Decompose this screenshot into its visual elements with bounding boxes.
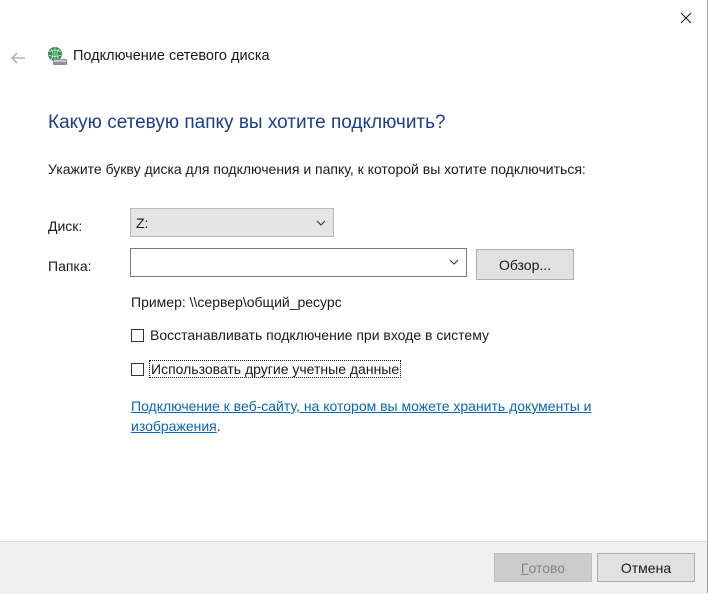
- chevron-down-icon: [316, 220, 326, 226]
- reconnect-checkbox[interactable]: [131, 328, 144, 342]
- other-credentials-checkbox[interactable]: [131, 362, 144, 376]
- other-credentials-label: Использовать другие учетные данные: [148, 360, 402, 378]
- drive-label: Диск:: [48, 218, 83, 234]
- website-link[interactable]: Подключение к веб-сайту, на котором вы м…: [131, 398, 592, 434]
- map-network-drive-dialog: Подключение сетевого диска Какую сетевую…: [0, 0, 708, 594]
- window-title: Подключение сетевого диска: [73, 48, 270, 64]
- back-arrow-icon: [11, 52, 25, 64]
- dialog-footer: Готово Отмена: [0, 541, 707, 594]
- drive-select-value: Z:: [136, 214, 149, 231]
- done-label-rest: отово: [528, 559, 566, 576]
- reconnect-checkbox-row[interactable]: Восстанавливать подключение при входе в …: [131, 327, 489, 343]
- example-text: Пример: \\сервер\общий_ресурс: [131, 294, 342, 310]
- website-link-suffix: .: [216, 418, 221, 434]
- network-drive-icon: [48, 47, 67, 65]
- reconnect-label: Восстанавливать подключение при входе в …: [150, 327, 489, 343]
- folder-input[interactable]: [131, 249, 441, 276]
- cancel-button[interactable]: Отмена: [597, 553, 695, 582]
- folder-dropdown-chevron-icon[interactable]: [448, 256, 460, 268]
- done-button[interactable]: Готово: [494, 553, 592, 582]
- close-button[interactable]: [664, 0, 708, 36]
- drive-letter-select[interactable]: Z:: [130, 208, 334, 237]
- folder-label: Папка:: [48, 258, 92, 274]
- back-button[interactable]: [6, 46, 30, 70]
- page-heading: Какую сетевую папку вы хотите подключить…: [48, 112, 446, 133]
- folder-combobox: [130, 248, 467, 277]
- browse-button[interactable]: Обзор...: [476, 249, 574, 280]
- close-icon: [680, 12, 692, 24]
- instruction-text: Укажите букву диска для подключения и па…: [48, 161, 586, 177]
- done-accelerator: Г: [520, 559, 529, 576]
- other-credentials-checkbox-row[interactable]: Использовать другие учетные данные: [131, 360, 402, 378]
- website-link-paragraph: Подключение к веб-сайту, на котором вы м…: [131, 396, 651, 436]
